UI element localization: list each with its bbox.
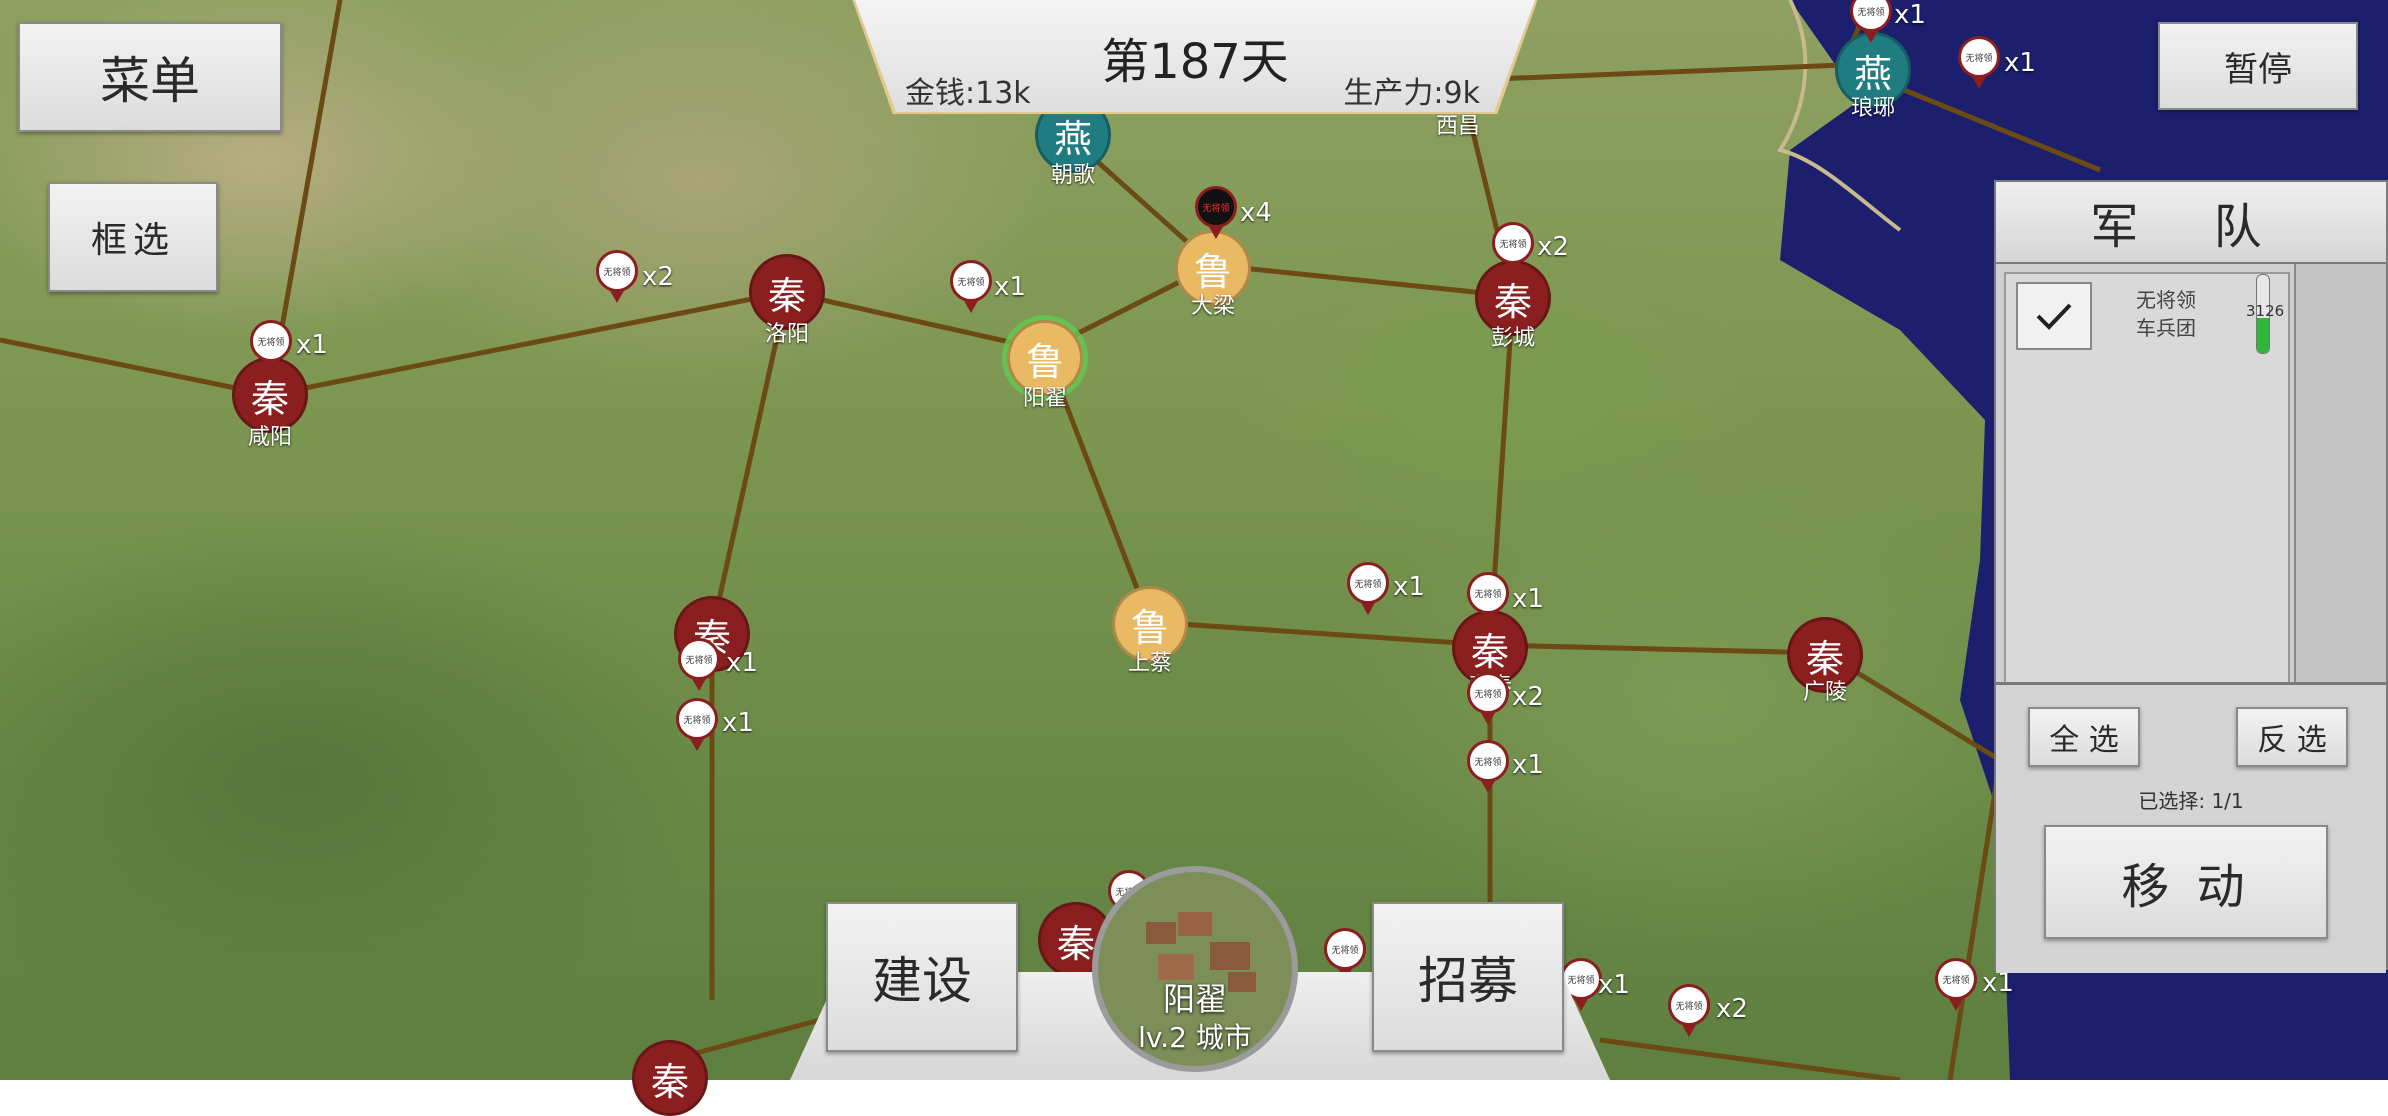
city-portrait-level: lv.2 城市 [1138,1021,1252,1054]
recruit-button[interactable]: 招募 [1372,902,1564,1052]
army-pin-count: x1 [726,648,758,678]
army-pin[interactable]: 无将领 [1324,928,1366,970]
city-portrait[interactable]: 阳翟 lv.2 城市 [1092,866,1298,1072]
army-panel-actions: 全 选 反 选 已选择: 1/1 移 动 [1996,682,2386,973]
army-pin-count: x2 [1512,682,1544,712]
move-button[interactable]: 移 动 [2044,825,2328,939]
army-panel: 军 队 无将领 车兵团 3126 全 选 反 选 已选择: 1/1 移 动 [1994,180,2388,973]
army-pin-count: x1 [722,708,754,738]
army-pin-count: x1 [1598,970,1630,1000]
enemy-army-pin[interactable]: 无将领 [1195,186,1237,228]
army-pin[interactable]: 无将领 [596,250,638,292]
production-label: 生产力:9k [1343,76,1480,111]
army-list-scrollbar[interactable] [2294,264,2386,684]
money-label: 金钱:13k [905,76,1031,111]
army-pin-count: x2 [1537,232,1569,262]
city-langya-name: 琅琊 [1850,96,1896,121]
menu-button[interactable]: 菜单 [18,22,282,132]
army-pin[interactable]: 无将领 [678,638,720,680]
army-pin[interactable]: 无将领 [1467,740,1509,782]
army-list[interactable]: 无将领 车兵团 3126 [2004,272,2290,686]
city-south2-marker[interactable]: 秦 [632,1040,708,1116]
army-pin[interactable]: 无将领 [1668,984,1710,1026]
army-pin[interactable]: 无将领 [1935,958,1977,1000]
army-panel-title: 军 队 [1996,182,2386,264]
army-pin-count: x2 [642,262,674,292]
top-status-banner: 第187天 金钱:13k 生产力:9k [851,0,1539,115]
city-shangcai-name: 上蔡 [1127,651,1173,676]
army-pin[interactable]: 无将领 [1467,572,1509,614]
build-button[interactable]: 建设 [826,902,1018,1052]
select-all-button[interactable]: 全 选 [2028,707,2140,767]
army-pin-count: x1 [1894,0,1926,30]
pause-button[interactable]: 暂停 [2158,22,2358,110]
check-icon [2036,303,2072,330]
city-luoyang-name: 洛阳 [764,322,810,347]
city-yangzhai-name: 阳翟 [1022,386,1068,411]
city-guangling-name: 广陵 [1802,680,1848,705]
army-pin[interactable]: 无将领 [1467,672,1509,714]
army-pin[interactable]: 无将领 [676,698,718,740]
army-pin[interactable]: 无将领 [1347,562,1389,604]
army-item-general: 无将领 [2136,288,2196,312]
army-item-checkbox[interactable] [2016,282,2092,350]
army-pin[interactable]: 无将领 [1492,222,1534,264]
army-pin-count: x1 [1393,572,1425,602]
army-pin-count: x1 [296,330,328,360]
invert-select-button[interactable]: 反 选 [2236,707,2348,767]
city-daliang-name: 大梁 [1190,294,1236,319]
army-pin-count: x1 [1512,750,1544,780]
army-item-strength: 3126 [2246,302,2285,320]
city-xianyang-name: 咸阳 [247,425,293,450]
army-pin-count: x4 [1240,198,1272,228]
army-item-type: 车兵团 [2136,316,2196,340]
army-pin-count: x1 [994,272,1026,302]
box-select-button[interactable]: 框选 [48,182,218,292]
army-pin[interactable]: 无将领 [950,260,992,302]
army-pin-count: x2 [1716,994,1748,1024]
selected-count: 已选择: 1/1 [2138,789,2244,813]
city-pengcheng-name: 彭城 [1490,326,1536,351]
city-portrait-name: 阳翟 [1162,980,1227,1018]
army-pin[interactable]: 无将领 [250,320,292,362]
army-pin-count: x1 [2004,48,2036,78]
army-pin-count: x1 [1512,584,1544,614]
city-zhaoge-name: 朝歌 [1050,163,1096,188]
army-pin[interactable]: 无将领 [1958,36,2000,78]
